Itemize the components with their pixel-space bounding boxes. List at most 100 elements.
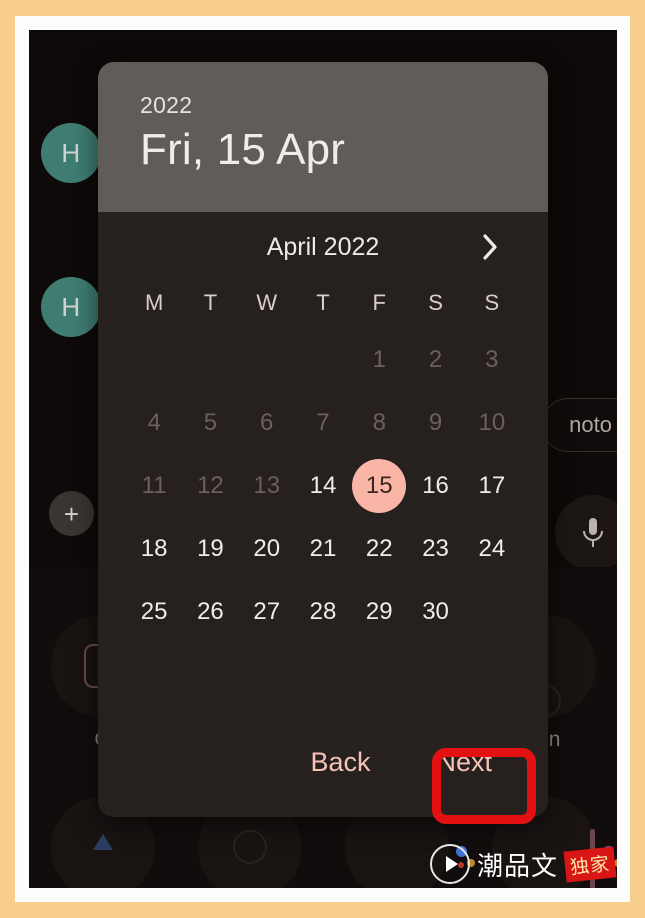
date-cell[interactable]: 25 bbox=[126, 580, 182, 643]
date-cell[interactable]: 2 bbox=[407, 328, 463, 391]
date-cell[interactable]: 1 bbox=[351, 328, 407, 391]
dialog-actions: Back Next bbox=[98, 707, 548, 817]
date-number: 12 bbox=[197, 471, 224, 499]
microphone-icon[interactable] bbox=[555, 495, 617, 571]
date-cell[interactable]: 22 bbox=[351, 517, 407, 580]
date-number[interactable]: 20 bbox=[240, 522, 294, 576]
date-cell[interactable]: 6 bbox=[239, 391, 295, 454]
date-cell[interactable]: 11 bbox=[126, 454, 182, 517]
date-cell bbox=[182, 328, 238, 391]
date-cell bbox=[464, 580, 520, 643]
date-number bbox=[296, 333, 350, 387]
date-number[interactable]: 22 bbox=[352, 522, 406, 576]
date-number[interactable]: 27 bbox=[240, 585, 294, 639]
next-button[interactable]: Next bbox=[416, 735, 512, 790]
date-cell bbox=[295, 328, 351, 391]
date-cell[interactable]: 5 bbox=[182, 391, 238, 454]
watermark-text: 潮品文 bbox=[476, 850, 558, 881]
date-cell[interactable]: 19 bbox=[182, 517, 238, 580]
month-label[interactable]: April 2022 bbox=[267, 233, 380, 262]
add-button[interactable]: + bbox=[49, 491, 94, 536]
send-photo-chip[interactable]: noto bbox=[542, 398, 617, 452]
date-number: 10 bbox=[478, 408, 506, 436]
selected-date[interactable]: 15 bbox=[352, 458, 407, 513]
date-cell bbox=[126, 328, 182, 391]
date-cell[interactable]: 29 bbox=[351, 580, 407, 643]
date-cell[interactable]: 15 bbox=[351, 454, 407, 517]
date-cell[interactable]: 16 bbox=[407, 454, 463, 517]
date-number[interactable]: 16 bbox=[409, 459, 463, 513]
date-cell[interactable]: 28 bbox=[295, 580, 351, 643]
date-week-row: 11 12 13 14 15 16 17 bbox=[126, 454, 520, 517]
date-number[interactable]: 19 bbox=[183, 522, 237, 576]
date-week-row: 25 26 27 28 29 30 bbox=[126, 580, 520, 643]
date-grid: 1 2 3 4 5 6 7 8 9 10 11 12 13 14 15 16 17 18 19 20 21 22 23 24 2… bbox=[98, 316, 548, 643]
date-number: 5 bbox=[203, 408, 218, 436]
date-week-row: 4 5 6 7 8 9 10 bbox=[126, 391, 520, 454]
date-cell[interactable]: 20 bbox=[239, 517, 295, 580]
date-cell[interactable]: 18 bbox=[126, 517, 182, 580]
date-number: 1 bbox=[372, 345, 386, 373]
date-cell[interactable]: 26 bbox=[182, 580, 238, 643]
date-number: 11 bbox=[141, 471, 167, 499]
date-number[interactable]: 21 bbox=[296, 522, 350, 576]
date-cell[interactable]: 13 bbox=[239, 454, 295, 517]
weekday-label: S bbox=[484, 290, 500, 315]
date-number bbox=[240, 333, 294, 387]
weekday-label: T bbox=[316, 290, 330, 315]
date-cell[interactable]: 24 bbox=[464, 517, 520, 580]
date-cell[interactable]: 10 bbox=[464, 391, 520, 454]
date-cell bbox=[239, 328, 295, 391]
weekday-label: F bbox=[372, 290, 386, 315]
date-number: 9 bbox=[428, 408, 443, 436]
date-cell[interactable]: 14 bbox=[295, 454, 351, 517]
ring-icon bbox=[232, 830, 267, 864]
date-number[interactable]: 28 bbox=[296, 585, 350, 639]
device-screen: H H + noto G bbox=[29, 30, 617, 888]
back-button[interactable]: Back bbox=[290, 735, 390, 790]
date-number[interactable]: 17 bbox=[465, 459, 519, 513]
watermark: 潮品文 独家 bbox=[429, 844, 617, 884]
date-cell[interactable]: 12 bbox=[182, 454, 238, 517]
dialog-header: 2022 Fri, 15 Apr bbox=[98, 62, 548, 212]
date-number: 13 bbox=[253, 471, 281, 499]
month-navigation: April 2022 bbox=[98, 212, 548, 282]
date-number bbox=[465, 585, 519, 639]
date-number: 7 bbox=[316, 408, 330, 436]
date-cell[interactable]: 23 bbox=[407, 517, 463, 580]
date-cell[interactable]: 8 bbox=[351, 391, 407, 454]
header-selected-date: Fri, 15 Apr bbox=[140, 125, 346, 174]
weekday-label: S bbox=[428, 290, 443, 315]
date-number bbox=[127, 333, 181, 387]
date-cell[interactable]: 27 bbox=[239, 580, 295, 643]
date-number: 3 bbox=[485, 345, 499, 373]
weekday-header-row: M T W T F S S bbox=[98, 290, 548, 316]
date-number[interactable]: 24 bbox=[465, 522, 519, 576]
date-number[interactable]: 26 bbox=[183, 585, 237, 639]
framed-screenshot: H H + noto G bbox=[0, 0, 645, 918]
weekday-label: T bbox=[203, 290, 218, 315]
date-week-row: 1 2 3 bbox=[126, 328, 520, 391]
date-number bbox=[183, 333, 237, 387]
avatar[interactable]: H bbox=[41, 277, 101, 337]
date-number: 4 bbox=[147, 408, 161, 436]
date-cell[interactable]: 30 bbox=[407, 580, 463, 643]
chevron-right-icon[interactable] bbox=[472, 229, 508, 265]
date-cell[interactable]: 9 bbox=[407, 391, 463, 454]
date-week-row: 18 19 20 21 22 23 24 bbox=[126, 517, 520, 580]
date-number[interactable]: 29 bbox=[352, 585, 406, 639]
watermark-stamp: 独家 bbox=[563, 845, 617, 883]
date-number[interactable]: 18 bbox=[127, 522, 181, 576]
avatar[interactable]: H bbox=[41, 123, 101, 183]
date-number[interactable]: 14 bbox=[296, 459, 350, 513]
header-year: 2022 bbox=[140, 92, 193, 118]
date-number[interactable]: 30 bbox=[409, 585, 463, 639]
date-cell[interactable]: 17 bbox=[464, 454, 520, 517]
date-number[interactable]: 23 bbox=[409, 522, 463, 576]
date-cell[interactable]: 21 bbox=[295, 517, 351, 580]
date-cell[interactable]: 7 bbox=[295, 391, 351, 454]
date-cell[interactable]: 4 bbox=[126, 391, 182, 454]
date-number[interactable]: 25 bbox=[127, 585, 181, 639]
weekday-label: M bbox=[144, 290, 164, 315]
date-cell[interactable]: 3 bbox=[464, 328, 520, 391]
